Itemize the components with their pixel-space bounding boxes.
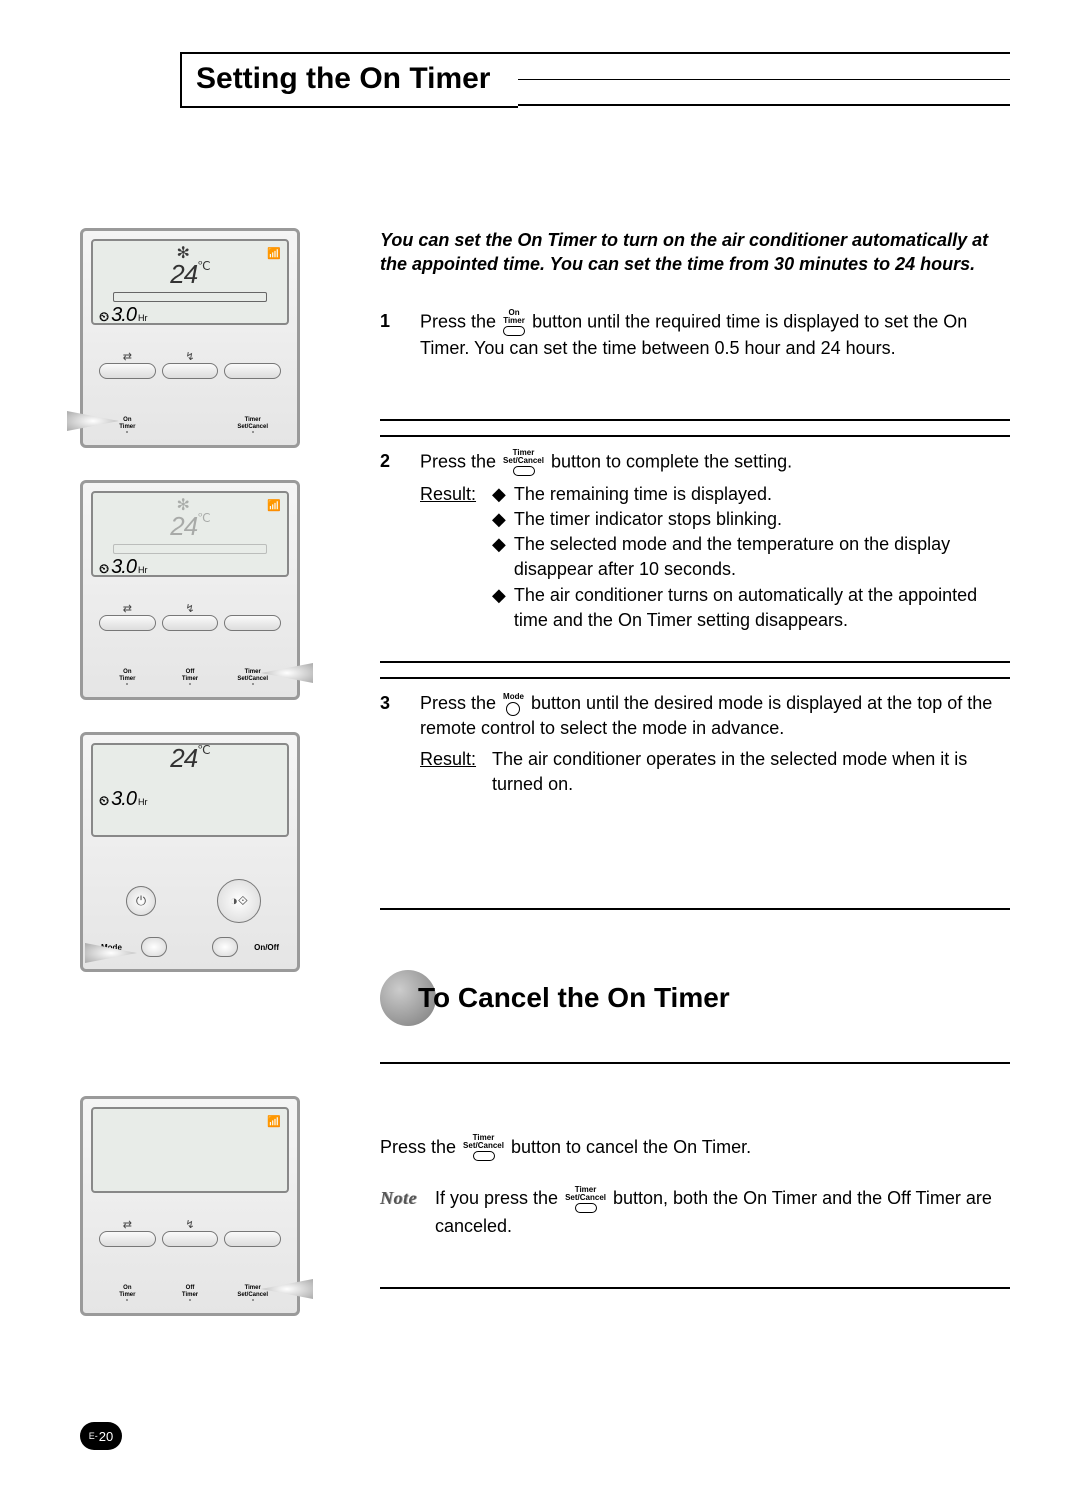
bar-icon	[113, 544, 267, 554]
mode-inline-button: Mode	[503, 693, 524, 716]
remote-diagram-3: 24℃ ⏲ 3.0 Hr ⏻ ◑⟐ Mode	[80, 732, 300, 972]
result-list: ◆ The remaining time is displayed. ◆ The t…	[492, 482, 1010, 633]
set-cancel-stack: TimerSet/Cancel	[224, 417, 281, 433]
pill-icon	[575, 1203, 597, 1213]
timer-on-icon: ⏲	[99, 561, 109, 577]
separator	[380, 435, 1010, 437]
step-number: 2	[380, 449, 400, 476]
set-cancel-button-icon	[252, 431, 254, 433]
title-row: Setting the On Timer	[180, 52, 1010, 108]
mode-button-icon	[141, 937, 167, 957]
result-item: The air conditioner turns on automatical…	[514, 583, 1010, 633]
temp-readout: 24℃	[99, 259, 281, 290]
page-title: Setting the On Timer	[180, 52, 518, 108]
sound-icon: 📶	[267, 247, 281, 260]
fan-button: ↯	[162, 615, 219, 631]
blank-button	[224, 615, 281, 631]
diamond-bullet-icon: ◆	[492, 482, 506, 507]
result-item: The selected mode and the temperature on…	[514, 532, 1010, 582]
note-row: Note If you press the Timer Set/Cancel b…	[380, 1185, 1010, 1239]
content-columns: ✻ 📶 24℃ ⏲ 3.0 Hr ⇄ ↯	[80, 228, 1010, 1316]
fan-button: ↯	[162, 363, 219, 379]
cancel-section: To Cancel the On Timer Press the Timer S…	[380, 970, 1010, 1290]
set-cancel-inline-button: Timer Set/Cancel	[565, 1186, 606, 1213]
diamond-bullet-icon: ◆	[492, 532, 506, 582]
diamond-bullet-icon: ◆	[492, 507, 506, 532]
step-text-post: button to complete the setting.	[551, 451, 792, 471]
step-3: 3 Press the Mode button until the desire…	[380, 691, 1010, 910]
diagram-column: ✻ 📶 24℃ ⏲ 3.0 Hr ⇄ ↯	[80, 228, 320, 1316]
set-cancel-inline-button: Timer Set/Cancel	[503, 449, 544, 476]
temp-readout: 24℃	[99, 511, 281, 542]
circle-icon	[506, 702, 520, 716]
temp-readout: 24℃	[99, 743, 281, 774]
timer-on-icon: ⏲	[99, 793, 109, 809]
on-timer-button-icon	[126, 431, 128, 433]
swing-button: ⇄	[99, 1231, 156, 1247]
result-item: The timer indicator stops blinking.	[514, 507, 782, 532]
remote-screen: ✻ 📶 24℃ ⏲ 3.0 Hr	[91, 491, 289, 577]
blank-button	[224, 363, 281, 379]
onoff-button-icon	[212, 937, 238, 957]
separator	[380, 677, 1010, 679]
timer-unit: Hr	[138, 565, 148, 575]
power-button-icon: ⏻	[126, 886, 156, 916]
page: Setting the On Timer ✻ 📶 24℃ ⏲ 3.0	[0, 0, 1080, 1510]
step-text-pre: Press the	[420, 693, 501, 713]
result-label: Result:	[420, 747, 476, 797]
page-number-badge: E-20	[80, 1422, 122, 1450]
timer-value: 3.0	[111, 304, 136, 327]
note-text: If you press the Timer Set/Cancel button…	[435, 1185, 1010, 1239]
blank-button	[224, 1231, 281, 1247]
dial-button-icon: ◑⟐	[217, 879, 261, 923]
swing-button: ⇄	[99, 615, 156, 631]
remote-screen: ✻ 📶 24℃ ⏲ 3.0 Hr	[91, 239, 289, 325]
cancel-line: Press the Timer Set/Cancel button to can…	[380, 1134, 1010, 1162]
remote-screen: 24℃ ⏲ 3.0 Hr	[91, 743, 289, 837]
fan-button: ↯	[162, 1231, 219, 1247]
set-cancel-inline-button: Timer Set/Cancel	[463, 1134, 504, 1161]
step-number: 1	[380, 309, 400, 361]
result-item: The remaining time is displayed.	[514, 482, 772, 507]
step-2: 2 Press the Timer Set/Cancel button to c…	[380, 449, 1010, 663]
step-text-pre: Press the	[420, 451, 501, 471]
note-label: Note	[380, 1185, 417, 1239]
remote-screen: ✻ 📶	[91, 1107, 289, 1193]
pill-icon	[513, 466, 535, 476]
title-rail	[518, 52, 1010, 106]
timer-value: 3.0	[111, 556, 136, 579]
step-number: 3	[380, 691, 400, 741]
on-timer-inline-button: On Timer	[503, 309, 525, 336]
timer-unit: Hr	[138, 797, 148, 807]
result-text: The air conditioner operates in the sele…	[492, 747, 1010, 797]
diamond-bullet-icon: ◆	[492, 583, 506, 633]
sound-icon: 📶	[267, 1115, 281, 1128]
onoff-label: On/Off	[254, 943, 279, 952]
remote-diagram-cancel: ✻ 📶 ⇄ ↯ OnTimer OffTimer TimerSet/Cancel	[80, 1096, 300, 1316]
sound-icon: 📶	[267, 499, 281, 512]
pill-icon	[503, 326, 525, 336]
result-label: Result:	[420, 482, 476, 633]
timer-on-icon: ⏲	[99, 309, 109, 325]
cancel-title: To Cancel the On Timer	[418, 982, 730, 1014]
swing-button: ⇄	[99, 363, 156, 379]
remote-diagram-2: ✻ 📶 24℃ ⏲ 3.0 Hr ⇄ ↯	[80, 480, 300, 700]
step-1: 1 Press the On Timer button until the re…	[380, 309, 1010, 421]
intro-text: You can set the On Timer to turn on the …	[380, 228, 1010, 277]
bar-icon	[113, 292, 267, 302]
timer-unit: Hr	[138, 313, 148, 323]
step-text-pre: Press the	[420, 311, 501, 331]
remote-diagram-1: ✻ 📶 24℃ ⏲ 3.0 Hr ⇄ ↯	[80, 228, 300, 448]
timer-value: 3.0	[111, 788, 136, 811]
text-column: You can set the On Timer to turn on the …	[380, 228, 1010, 1316]
pill-icon	[473, 1151, 495, 1161]
